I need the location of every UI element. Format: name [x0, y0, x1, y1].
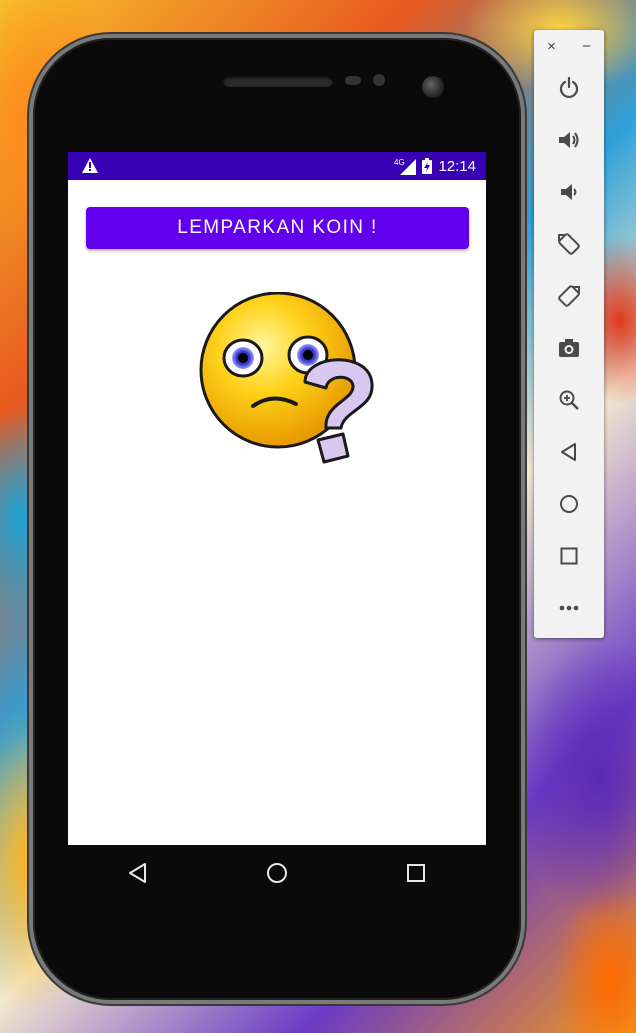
signal-4g-icon: 4G	[394, 158, 417, 175]
home-icon	[266, 862, 287, 883]
zoom-button[interactable]	[551, 382, 587, 418]
earpiece-speaker	[223, 75, 333, 87]
recents-icon	[407, 863, 426, 882]
status-bar: 4G 12:14	[68, 152, 486, 180]
network-type-label: 4G	[394, 158, 405, 167]
power-icon	[559, 77, 579, 99]
rotate-left-button[interactable]	[551, 226, 587, 262]
device-screen: 4G 12:14 LEMPARKAN KOIN !	[68, 152, 486, 845]
home-icon	[560, 495, 578, 513]
close-button[interactable]: ×	[547, 38, 556, 55]
nav-back-button[interactable]	[118, 853, 158, 893]
volume-down-button[interactable]	[551, 174, 587, 210]
phone-frame: 4G 12:14 LEMPARKAN KOIN !	[33, 38, 521, 1000]
nav-recents-button[interactable]	[396, 853, 436, 893]
front-camera	[422, 76, 444, 98]
toolbar-home-button[interactable]	[551, 486, 587, 522]
volume-down-icon	[561, 184, 577, 200]
zoom-icon	[559, 390, 579, 410]
nav-home-button[interactable]	[257, 853, 297, 893]
confused-face-question-icon	[199, 292, 374, 464]
toolbar-overview-button[interactable]	[551, 538, 587, 574]
power-button[interactable]	[551, 70, 587, 106]
rotate-right-button[interactable]	[551, 278, 587, 314]
light-sensor	[373, 74, 385, 86]
toolbar-window-controls: × −	[534, 36, 604, 56]
rotate-right-icon	[558, 285, 580, 307]
android-nav-bar	[68, 845, 486, 900]
volume-up-icon	[559, 132, 579, 148]
more-button[interactable]	[551, 590, 587, 626]
overview-icon	[560, 547, 578, 565]
volume-up-button[interactable]	[551, 122, 587, 158]
minimize-button[interactable]: −	[582, 38, 591, 55]
camera-icon	[559, 339, 579, 357]
clock: 12:14	[438, 157, 476, 175]
back-icon	[128, 862, 146, 883]
back-icon	[561, 443, 576, 461]
battery-charging-icon	[422, 158, 433, 174]
toolbar-back-button[interactable]	[551, 434, 587, 470]
rotate-left-icon	[558, 233, 580, 255]
screenshot-button[interactable]	[551, 330, 587, 366]
flip-coin-button[interactable]: LEMPARKAN KOIN !	[86, 207, 469, 249]
warning-triangle-icon	[82, 158, 98, 173]
emulator-toolbar: × −	[534, 30, 604, 638]
proximity-sensor	[345, 76, 361, 85]
more-icon	[559, 605, 579, 611]
status-icons: 4G 12:14	[394, 152, 476, 180]
